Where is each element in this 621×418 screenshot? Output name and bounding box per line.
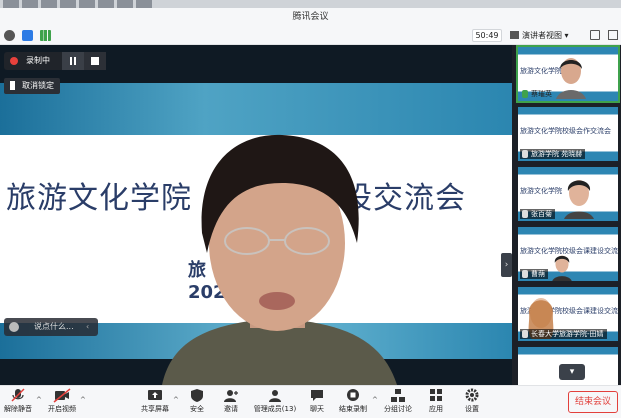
main-video-area: 旅游文化学院 设交流会 旅 202 录制中 取消锁定 说点什么... ‹ › [0, 45, 512, 385]
manage-members-label: 管理成员(13) [253, 405, 297, 413]
participant-avatar [552, 255, 572, 281]
chat-icon [311, 390, 323, 401]
window-title: 腾讯会议 [0, 8, 621, 26]
participant-tile[interactable]: 旅游文化学院校级会课建设交流会 曹蒴 [518, 227, 618, 281]
chat-button[interactable]: 聊天 [307, 388, 327, 417]
participant-name: 张百菊 [520, 209, 555, 219]
record-options-icon[interactable]: ^ [372, 396, 378, 404]
breakout-button[interactable]: 分组讨论 [382, 388, 414, 417]
camera-off-icon [53, 388, 71, 403]
mic-icon [522, 90, 528, 98]
stop-recording-bottom-button[interactable]: 结束录制 [337, 388, 369, 417]
recording-dot-icon [10, 57, 18, 65]
signal-icon [40, 30, 51, 41]
security-label: 安全 [190, 405, 204, 413]
invite-button[interactable]: 邀请 [220, 388, 242, 417]
mic-icon [522, 330, 528, 338]
participant-avatar [564, 180, 594, 219]
meeting-toolbar: 50:49 演讲者视图 ▾ [0, 26, 621, 45]
participant-name: 曹蒴 [520, 269, 548, 279]
sidebar-toggle-icon[interactable]: › [501, 253, 512, 277]
share-screen-label: 共享屏幕 [141, 405, 169, 413]
unpin-label: 取消锁定 [22, 81, 54, 90]
chat-label: 聊天 [310, 405, 324, 413]
grid-icon [510, 31, 519, 39]
emoji-icon[interactable] [9, 322, 19, 332]
fullscreen-icon[interactable] [590, 30, 600, 40]
mic-icon [522, 270, 528, 278]
mic-options-icon[interactable]: ^ [36, 396, 42, 404]
participant-avatar [556, 58, 586, 99]
invite-label: 邀请 [224, 405, 238, 413]
window-icon[interactable] [608, 30, 618, 40]
settings-button[interactable]: 设置 [462, 388, 482, 417]
info-icon[interactable] [4, 30, 15, 41]
screen-share-thumbnail-strip [0, 0, 621, 8]
scroll-down-icon[interactable]: ▾ [559, 364, 585, 380]
share-options-icon[interactable]: ^ [173, 396, 179, 404]
control-bar: 解除静音 ^ 开启视频 ^ 共享屏幕 ^ 安全 邀请 管理成员(13) 聊天 结… [0, 385, 621, 418]
unmute-button[interactable]: 解除静音 [2, 388, 34, 417]
share-screen-icon [148, 390, 162, 400]
start-video-label: 开启视频 [48, 405, 76, 413]
participant-name: 蔡璀英 [520, 89, 555, 99]
participant-sidebar: 旅游文化学院校 蔡璀英 旅游文化学院校级会作交流会 旅游学院 苑晓赫 旅游文化学… [512, 45, 621, 385]
start-video-button[interactable]: 开启视频 [45, 388, 79, 417]
participant-tile[interactable]: 旅游文化学院校级会课建设交流会 长春大学旅游学院-田婧 [518, 287, 618, 341]
participant-tile[interactable]: 旅游文化学院校 蔡璀英 [516, 45, 620, 103]
participant-name: 长春大学旅游学院-田婧 [520, 329, 607, 339]
stop-icon [91, 57, 99, 65]
participant-tile[interactable]: 旅游文化学院校级会作交流会 旅游学院 苑晓赫 [518, 107, 618, 161]
gear-icon [465, 388, 479, 402]
speaker-video [162, 134, 397, 385]
breakout-icon [391, 389, 405, 402]
tile-slide-text: 旅游文化学院 [520, 187, 562, 195]
shield-icon [191, 389, 203, 402]
video-options-icon[interactable]: ^ [80, 396, 86, 404]
record-icon [347, 389, 359, 401]
view-mode-button[interactable]: 演讲者视图 ▾ [510, 29, 569, 42]
invite-user-icon [224, 390, 238, 402]
chat-input[interactable]: 说点什么... ‹ [4, 318, 98, 336]
mic-icon [522, 150, 528, 158]
tile-slide-text: 旅游文化学院校级会作交流会 [520, 127, 611, 135]
mic-muted-icon [11, 388, 25, 402]
pause-recording-button[interactable] [62, 52, 84, 70]
shield-icon[interactable] [22, 30, 33, 41]
end-meeting-button[interactable]: 结束会议 [568, 391, 618, 413]
unpin-button[interactable]: 取消锁定 [4, 78, 60, 94]
participant-tile[interactable]: 旅游文化学院 张百菊 [518, 167, 618, 221]
recording-bar: 录制中 [4, 52, 106, 70]
pause-icon [70, 57, 76, 65]
breakout-label: 分组讨论 [384, 405, 412, 413]
security-button[interactable]: 安全 [186, 388, 208, 417]
stop-recording-button[interactable] [84, 52, 106, 70]
participant-name: 旅游学院 苑晓赫 [520, 149, 586, 159]
stop-recording-label: 结束录制 [339, 405, 367, 413]
chat-placeholder: 说点什么... [34, 322, 74, 331]
pin-icon [10, 81, 15, 90]
recording-status: 录制中 [26, 56, 50, 65]
apps-label: 应用 [429, 405, 443, 413]
unmute-label: 解除静音 [4, 405, 32, 413]
manage-members-button[interactable]: 管理成员(13) [252, 388, 298, 417]
apps-icon [430, 389, 442, 401]
members-icon [269, 390, 281, 402]
view-mode-label: 演讲者视图 [522, 31, 562, 40]
share-screen-button[interactable]: 共享屏幕 [139, 388, 171, 417]
collapse-chat-icon[interactable]: ‹ [86, 318, 89, 336]
settings-label: 设置 [465, 405, 479, 413]
mic-icon [522, 210, 528, 218]
apps-button[interactable]: 应用 [426, 388, 446, 417]
meeting-timer: 50:49 [472, 29, 502, 42]
